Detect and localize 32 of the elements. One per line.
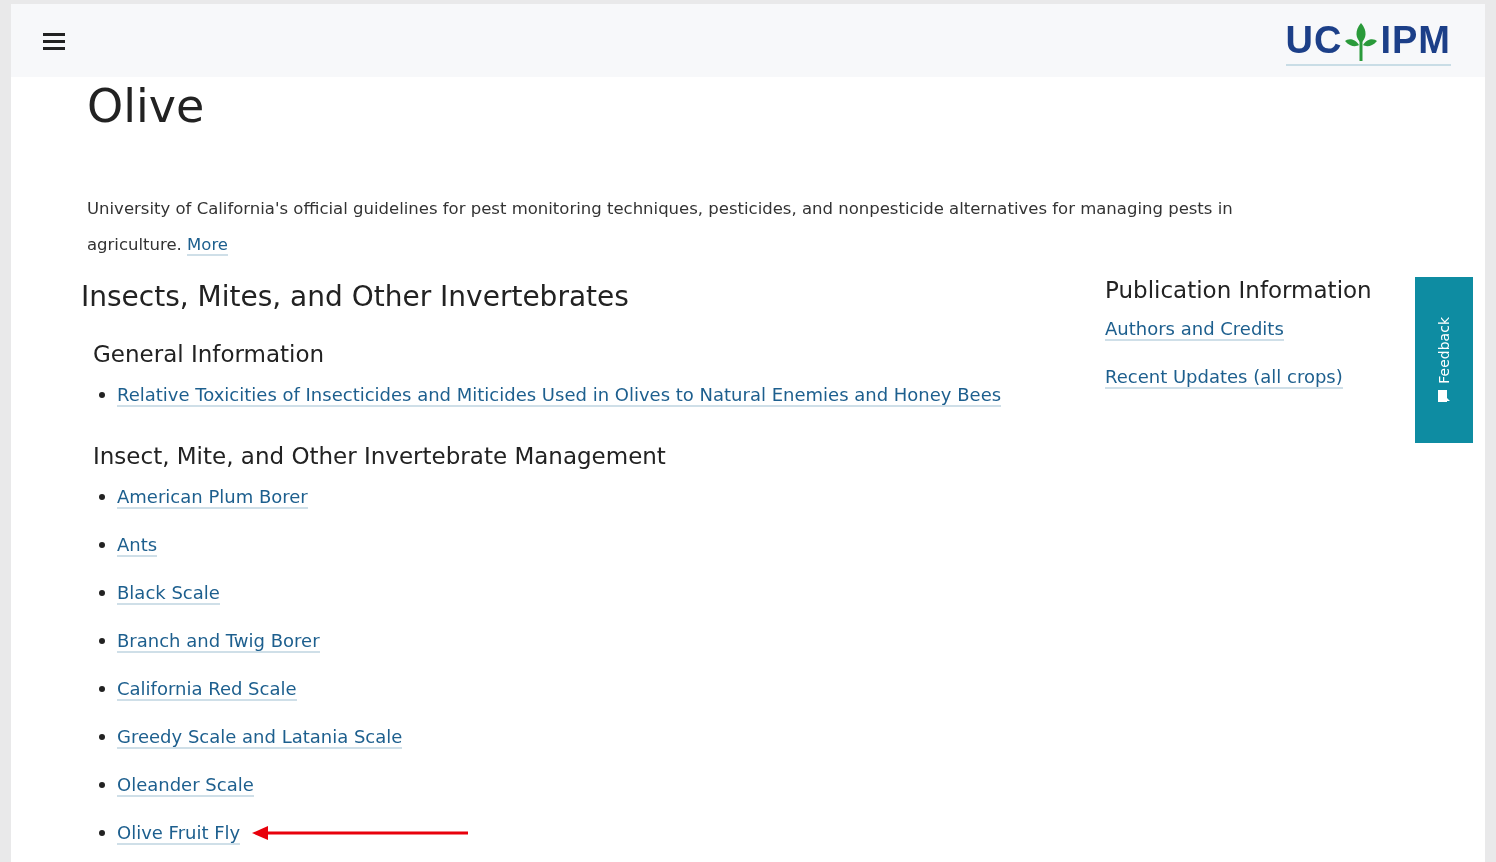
subsection-heading: Insect, Mite, and Other Invertebrate Management	[93, 442, 667, 471]
pest-link[interactable]: Greedy Scale and Latania Scale	[117, 725, 403, 749]
bullet-icon	[99, 494, 105, 500]
section-heading: Insects, Mites, and Other Invertebrates	[81, 279, 630, 315]
pest-link[interactable]: Olive Fruit Fly	[117, 821, 241, 845]
sidebar-heading: Publication Information	[1105, 276, 1373, 305]
bullet-icon	[99, 782, 105, 788]
bullet-icon	[99, 686, 105, 692]
pest-link[interactable]: Oleander Scale	[117, 773, 254, 797]
more-link[interactable]: More	[187, 235, 228, 256]
logo-text[interactable]: UC	[1285, 19, 1343, 62]
sidebar-link[interactable]: Recent Updates (all crops)	[1105, 365, 1343, 389]
feedback-tab[interactable]: Feedback	[1415, 277, 1473, 443]
pest-link[interactable]: American Plum Borer	[117, 485, 308, 509]
comment-icon	[1437, 389, 1451, 404]
pest-link[interactable]: Ants	[117, 533, 158, 557]
sidebar-link[interactable]: Authors and Credits	[1105, 317, 1284, 341]
pest-link[interactable]: Branch and Twig Borer	[117, 629, 320, 653]
pest-link[interactable]: Black Scale	[117, 581, 220, 605]
intro-paragraph: University of California's official guidelines for pest monitoring techniques, pesticides, and nonpesticide alternatives for managing pests in agriculture. More	[87, 198, 1234, 258]
subsection-heading: General Information	[93, 340, 326, 369]
pest-link[interactable]: California Red Scale	[117, 677, 297, 701]
bullet-icon	[99, 542, 105, 548]
menu-icon[interactable]	[43, 30, 65, 51]
bullet-icon	[99, 734, 105, 740]
logo-text[interactable]: IPM	[1380, 19, 1451, 62]
bullet-icon	[99, 392, 105, 398]
bullet-icon	[99, 590, 105, 596]
bullet-icon	[99, 638, 105, 644]
pest-link[interactable]: Relative Toxicities of Insecticides and Miticides Used in Olives to Natural Enemies and Honey Bees	[117, 383, 1002, 407]
bullet-icon	[99, 830, 105, 836]
page-title: Olive	[87, 78, 206, 135]
